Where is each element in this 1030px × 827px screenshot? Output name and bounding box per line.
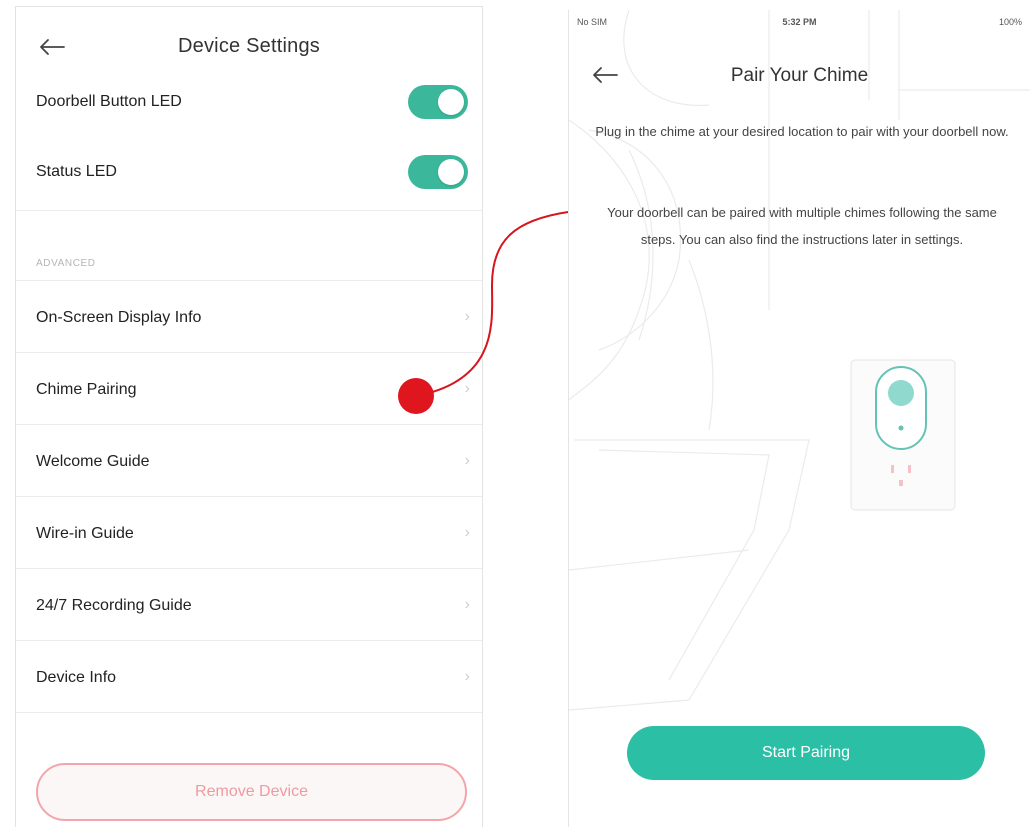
- toggle-label: Status LED: [36, 163, 117, 180]
- highlight-dot: [398, 378, 434, 414]
- chevron-right-icon: ›: [464, 596, 470, 613]
- menu-item-label: Device Info: [36, 669, 117, 686]
- remove-device-button[interactable]: Remove Device: [36, 763, 467, 821]
- menu-item-device-info[interactable]: Device Info ›: [16, 642, 482, 712]
- toggle-row-doorbell-led: Doorbell Button LED: [16, 77, 482, 141]
- divider: [16, 210, 482, 211]
- toggle-knob: [438, 159, 464, 185]
- toggle-row-status-led: Status LED: [16, 147, 482, 211]
- status-led-toggle[interactable]: [408, 155, 468, 189]
- menu-item-label: Welcome Guide: [36, 453, 150, 470]
- instruction-text: Your doorbell can be paired with multipl…: [607, 205, 997, 247]
- divider: [16, 424, 482, 425]
- doorbell-led-toggle[interactable]: [408, 85, 468, 119]
- menu-item-label: 24/7 Recording Guide: [36, 597, 192, 614]
- divider: [16, 496, 482, 497]
- chevron-right-icon: ›: [464, 452, 470, 469]
- chevron-right-icon: ›: [464, 668, 470, 685]
- menu-item-welcome-guide[interactable]: Welcome Guide ›: [16, 426, 482, 496]
- chevron-right-icon: ›: [464, 380, 470, 397]
- battery-text: 100%: [998, 17, 1022, 27]
- divider: [16, 568, 482, 569]
- section-header-advanced: ADVANCED: [36, 258, 96, 269]
- divider: [16, 712, 482, 713]
- menu-item-label: On-Screen Display Info: [36, 309, 202, 326]
- device-settings-screen: Device Settings Doorbell Button LED Stat…: [15, 6, 483, 827]
- status-time: 5:32 PM: [782, 17, 817, 27]
- chime-device-icon: [850, 359, 956, 511]
- divider: [16, 640, 482, 641]
- toggle-label: Doorbell Button LED: [36, 93, 182, 110]
- pair-chime-screen: No SIM 5:32 PM 100% Pair Your Chime Plug…: [568, 10, 1030, 827]
- divider: [16, 280, 482, 281]
- chevron-right-icon: ›: [464, 308, 470, 325]
- instruction-text: Plug in the chime at your desired locati…: [595, 124, 1009, 139]
- toggle-knob: [438, 89, 464, 115]
- chevron-right-icon: ›: [464, 524, 470, 541]
- status-bar: No SIM 5:32 PM 100%: [569, 10, 1030, 34]
- divider: [16, 352, 482, 353]
- page-title: Device Settings: [178, 35, 320, 57]
- menu-item-on-screen-display-info[interactable]: On-Screen Display Info ›: [16, 282, 482, 352]
- start-pairing-button[interactable]: Start Pairing: [627, 726, 985, 780]
- page-title: Pair Your Chime: [730, 65, 869, 86]
- menu-item-label: Wire-in Guide: [36, 525, 134, 542]
- header: Device Settings: [16, 7, 482, 77]
- menu-item-24-7-recording-guide[interactable]: 24/7 Recording Guide ›: [16, 570, 482, 640]
- menu-item-wire-in-guide[interactable]: Wire-in Guide ›: [16, 498, 482, 568]
- menu-item-label: Chime Pairing: [36, 381, 137, 398]
